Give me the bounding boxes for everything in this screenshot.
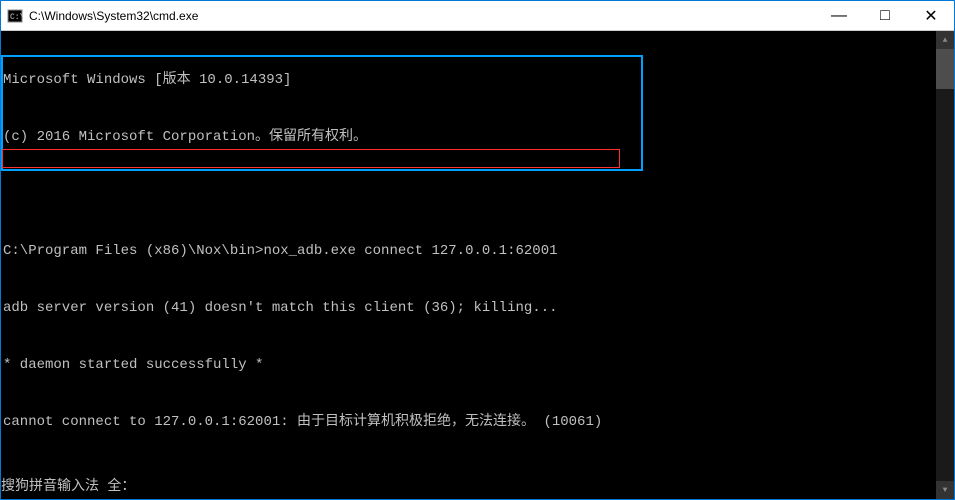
minimize-button[interactable]: — — [816, 1, 862, 30]
highlight-box-red — [2, 149, 620, 168]
window-controls: — □ ✕ — [816, 1, 954, 30]
terminal-line: C:\Program Files (x86)\Nox\bin>nox_adb.e… — [3, 242, 936, 261]
maximize-button[interactable]: □ — [862, 1, 908, 30]
terminal-line: (c) 2016 Microsoft Corporation。保留所有权利。 — [3, 128, 936, 147]
terminal-content[interactable]: Microsoft Windows [版本 10.0.14393] (c) 20… — [1, 31, 936, 499]
scrollbar[interactable]: ▲ ▼ — [936, 31, 954, 499]
terminal-line — [3, 470, 936, 489]
scroll-thumb[interactable] — [936, 49, 954, 89]
svg-text:C:\: C:\ — [10, 13, 23, 22]
terminal-line: cannot connect to 127.0.0.1:62001: 由于目标计… — [3, 413, 936, 432]
window-title: C:\Windows\System32\cmd.exe — [29, 9, 816, 23]
terminal-area[interactable]: Microsoft Windows [版本 10.0.14393] (c) 20… — [1, 31, 954, 499]
close-button[interactable]: ✕ — [908, 1, 954, 30]
terminal-line: * daemon started successfully * — [3, 356, 936, 375]
terminal-line: Microsoft Windows [版本 10.0.14393] — [3, 71, 936, 90]
cmd-icon: C:\ — [7, 8, 23, 24]
titlebar[interactable]: C:\ C:\Windows\System32\cmd.exe — □ ✕ — [1, 1, 954, 31]
terminal-line: adb server version (41) doesn't match th… — [3, 299, 936, 318]
scroll-up-icon[interactable]: ▲ — [936, 31, 954, 49]
cmd-window: C:\ C:\Windows\System32\cmd.exe — □ ✕ Mi… — [0, 0, 955, 500]
scroll-down-icon[interactable]: ▼ — [936, 481, 954, 499]
terminal-line — [3, 185, 936, 204]
ime-status-line: 搜狗拼音输入法 全： — [1, 478, 135, 497]
